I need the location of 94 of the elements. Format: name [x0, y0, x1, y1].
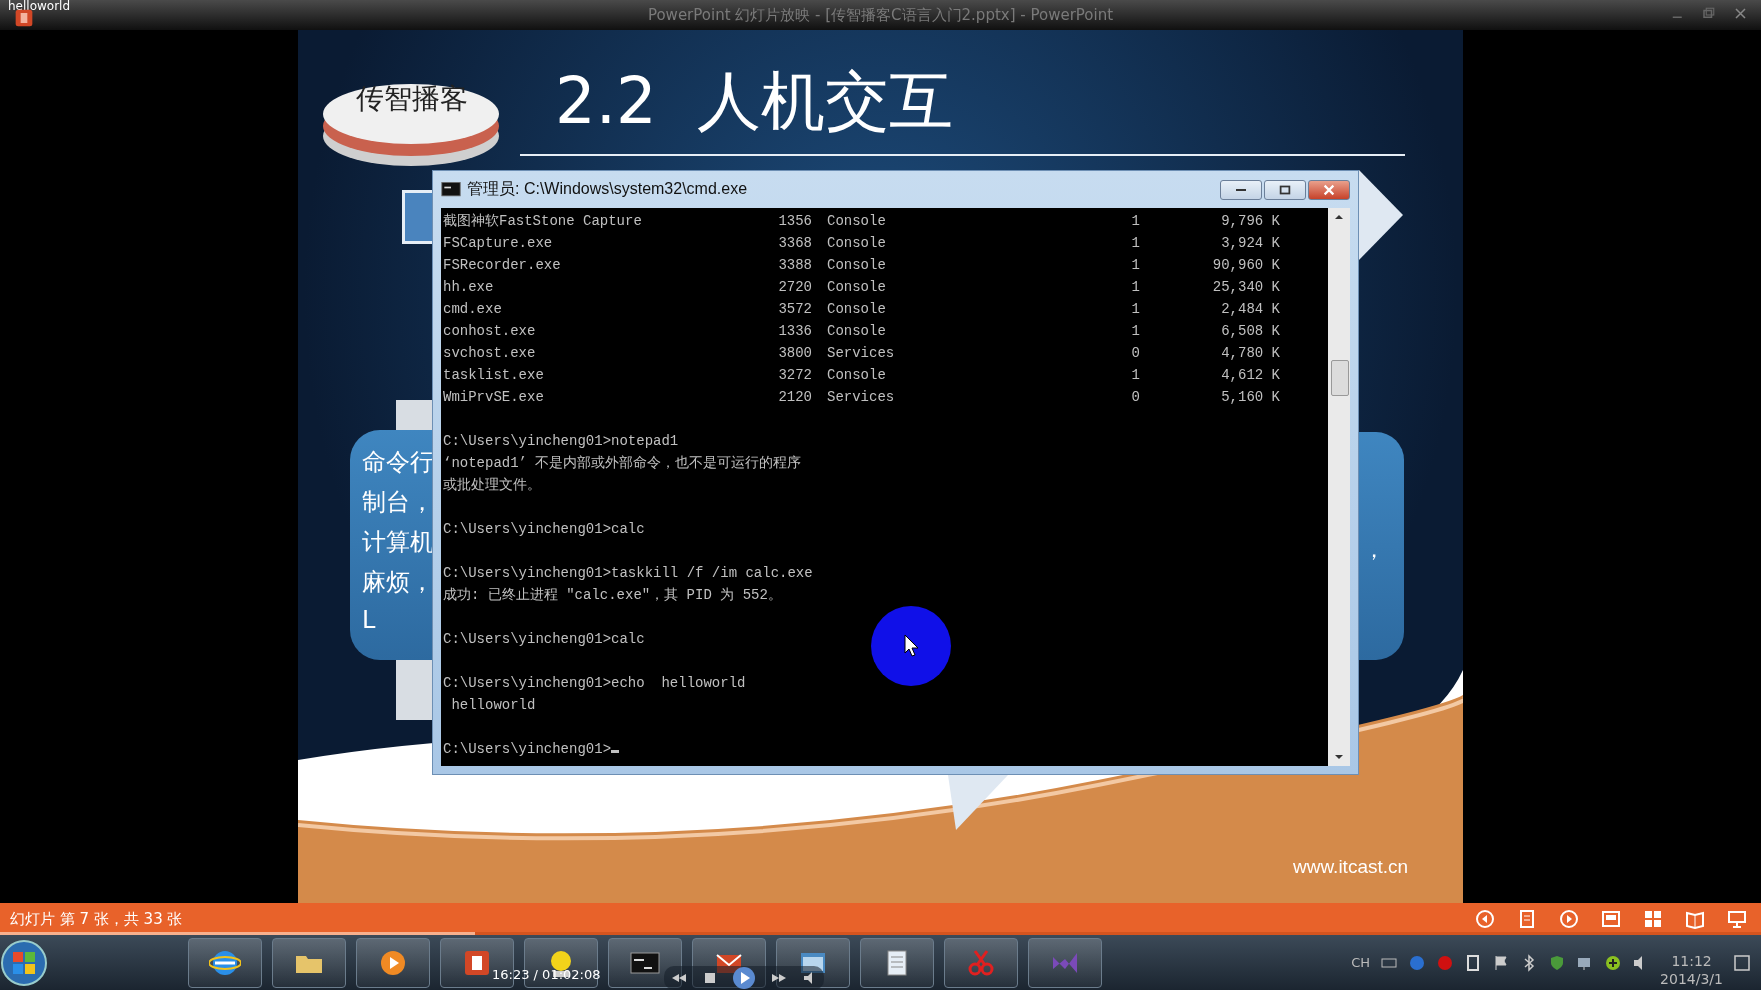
process-name: FSRecorder.exe — [443, 256, 562, 275]
close-button[interactable] — [1308, 179, 1350, 200]
process-pid: 2720 — [777, 278, 812, 297]
process-pid: 3572 — [777, 300, 812, 319]
scroll-thumb[interactable] — [1331, 360, 1349, 396]
memory-usage: 3,924 K — [1220, 234, 1280, 253]
process-pid: 3272 — [777, 366, 812, 385]
window-title: PowerPoint 幻灯片放映 - [传智播客C语言入门2.pptx] - PowerPoint — [647, 5, 1114, 25]
session-number: 1 — [1130, 322, 1140, 341]
session-name: Console — [826, 322, 887, 341]
session-name: Console — [826, 278, 887, 297]
callout-text: 制台， — [362, 487, 432, 518]
session-number: 1 — [1130, 366, 1140, 385]
app-icon — [14, 8, 34, 28]
taskbar-app-button[interactable] — [188, 937, 262, 988]
console-line: C:\Users\yincheng01>notepad1 — [443, 432, 679, 451]
console-line: helloworld — [450, 696, 536, 715]
process-pid: 1356 — [777, 212, 812, 231]
minimize-button[interactable] — [1220, 179, 1262, 200]
process-name: 截图神软FastStone Capture — [443, 212, 643, 231]
logo-text: 传智播客 — [356, 81, 468, 117]
process-name: conhost.exe — [443, 322, 537, 341]
process-name: svchost.exe — [443, 344, 537, 363]
close-icon — [1322, 182, 1336, 197]
process-pid: 2120 — [777, 388, 812, 407]
grid-view-icon[interactable] — [1643, 909, 1663, 929]
session-name: Console — [826, 256, 887, 275]
stop-icon[interactable] — [702, 970, 718, 986]
console-line: C:\Users\yincheng01> — [443, 738, 620, 760]
start-icon[interactable] — [0, 938, 48, 987]
memory-usage: 5,160 K — [1220, 388, 1280, 407]
taskbar-app-button[interactable] — [776, 937, 850, 988]
memory-usage: 2,484 K — [1220, 300, 1280, 319]
session-name: Console — [826, 212, 887, 231]
show-desktop-icon[interactable] — [1733, 953, 1751, 972]
session-name: Console — [826, 234, 887, 253]
callout-tail-shape — [948, 775, 1008, 830]
memory-usage: 6,508 K — [1220, 322, 1280, 341]
window-corner-text: helloworld — [8, 0, 71, 13]
plus-icon[interactable] — [1604, 953, 1623, 972]
session-number: 1 — [1130, 278, 1140, 297]
console-line: 或批处理文件。 — [443, 476, 541, 495]
clock-time: 11:12 — [1671, 951, 1712, 970]
process-pid: 3368 — [777, 234, 812, 253]
normal-view-icon[interactable] — [1601, 909, 1621, 929]
process-name: cmd.exe — [443, 300, 503, 319]
taskbar-app-button[interactable] — [860, 937, 934, 988]
process-name: WmiPrvSE.exe — [443, 388, 545, 407]
maximize-button[interactable] — [1264, 179, 1306, 200]
slideshow-icon[interactable] — [1727, 909, 1747, 929]
next-icon[interactable] — [1559, 909, 1579, 929]
memory-usage: 4,612 K — [1220, 366, 1280, 385]
session-name: Services — [826, 344, 896, 363]
console-line: 成功: 已终止进程 "calc.exe"，其 PID 为 552。 — [443, 586, 782, 605]
reading-view-icon[interactable] — [1685, 909, 1705, 929]
process-pid: 1336 — [777, 322, 812, 341]
previous-icon[interactable] — [1475, 909, 1495, 929]
session-number: 0 — [1130, 344, 1140, 363]
taskbar-app-button[interactable] — [272, 937, 346, 988]
mouse-pointer-icon — [904, 634, 920, 658]
session-number: 0 — [1130, 388, 1140, 407]
clock-date: 2014/3/1 — [1660, 969, 1723, 988]
session-name: Services — [826, 388, 896, 407]
memory-usage: 4,780 K — [1220, 344, 1280, 363]
footer-url: www.itcast.cn — [1293, 856, 1409, 878]
callout-text: 麻烦， — [362, 567, 432, 598]
language-indicator[interactable]: CH — [1351, 955, 1371, 970]
scrollbar[interactable] — [1328, 208, 1350, 766]
console-line: C:\Users\yincheng01>calc — [443, 520, 645, 539]
console-line: C:\Users\yincheng01>echo helloworld — [443, 674, 746, 693]
console-title: 管理员: C:\Windows\system32\cmd.exe — [467, 179, 748, 199]
slide-counter: 幻灯片 第 7 张，共 33 张 — [10, 909, 183, 929]
session-name: Console — [826, 300, 887, 319]
console-line: ‘notepad1’ 不是内部或外部命令，也不是可运行的程序 — [443, 454, 802, 473]
process-pid: 3800 — [777, 344, 812, 363]
callout-text: L — [362, 606, 377, 634]
document-icon[interactable] — [1517, 909, 1537, 929]
slide-title: 2.2 人机交互 — [555, 63, 954, 140]
console-line: C:\Users\yincheng01>taskkill /f /im calc.exe — [443, 564, 813, 583]
memory-usage: 25,340 K — [1211, 278, 1280, 297]
process-name: hh.exe — [443, 278, 495, 297]
session-number: 1 — [1130, 300, 1140, 319]
process-name: tasklist.exe — [443, 366, 545, 385]
process-pid: 3388 — [777, 256, 812, 275]
session-number: 1 — [1130, 256, 1140, 275]
memory-usage: 90,960 K — [1211, 256, 1280, 275]
callout-text: ， — [1363, 536, 1385, 564]
console-line: C:\Users\yincheng01>calc — [443, 630, 645, 649]
memory-usage: 9,796 K — [1220, 212, 1280, 231]
process-name: FSCapture.exe — [443, 234, 554, 253]
session-number: 1 — [1130, 212, 1140, 231]
session-number: 1 — [1130, 234, 1140, 253]
play-icon[interactable] — [732, 966, 756, 990]
session-name: Console — [826, 366, 887, 385]
